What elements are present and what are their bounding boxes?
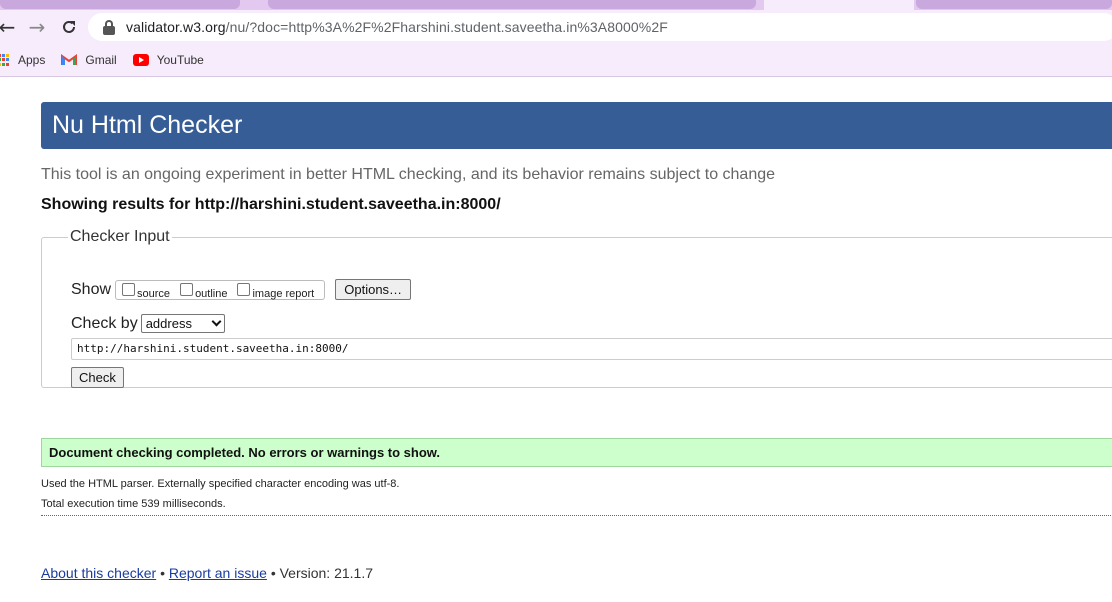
result-details: Used the HTML parser. Externally specifi… <box>41 474 399 514</box>
checker-input-legend: Checker Input <box>70 228 170 245</box>
bookmark-label: YouTube <box>156 53 204 67</box>
check-by-label: Check by <box>71 314 138 332</box>
execution-time: Total execution time 539 milliseconds. <box>41 498 226 510</box>
bookmark-label: Gmail <box>85 53 117 67</box>
option-label: image report <box>252 287 315 300</box>
reload-icon[interactable] <box>56 14 82 40</box>
checker-input-fieldset: Checker Input Show source outline image … <box>41 228 1112 388</box>
bookmark-label: Apps <box>18 53 46 67</box>
option-outline[interactable]: outline <box>176 282 228 300</box>
results-heading: Showing results for http://harshini.stud… <box>41 196 501 213</box>
options-button[interactable]: Options… <box>335 279 412 300</box>
lock-icon[interactable] <box>102 19 116 35</box>
option-image-report[interactable]: image report <box>233 282 315 300</box>
parser-note: Used the HTML parser. Externally specifi… <box>41 478 400 490</box>
bookmark-youtube[interactable]: YouTube <box>132 53 204 67</box>
gmail-icon <box>61 54 78 66</box>
check-by-value: address <box>145 316 192 331</box>
check-button[interactable]: Check <box>71 367 124 388</box>
success-message: Document checking completed. No errors o… <box>41 438 1112 467</box>
chevron-down-icon <box>211 316 222 327</box>
youtube-icon <box>132 54 149 66</box>
source-checkbox[interactable] <box>122 282 136 296</box>
back-arrow-icon[interactable]: ← <box>0 14 20 40</box>
bookmarks-bar: Apps Gmail YouTube <box>0 44 1112 77</box>
tagline: This tool is an ongoing experiment in be… <box>41 166 776 183</box>
bookmark-gmail[interactable]: Gmail <box>61 53 117 67</box>
outline-checkbox[interactable] <box>180 282 194 296</box>
tab-strip <box>0 0 1112 10</box>
browser-tab[interactable] <box>916 0 1112 9</box>
browser-tab[interactable] <box>0 0 240 9</box>
url-host: validator.w3.org <box>126 19 226 35</box>
header-banner: Nu Html Checker <box>41 102 1112 149</box>
address-bar[interactable]: validator.w3.org/nu/?doc=http%3A%2F%2Fha… <box>88 13 1112 41</box>
url-path: /nu/?doc=http%3A%2F%2Fharshini.student.s… <box>225 19 668 35</box>
forward-arrow-icon[interactable]: → <box>24 14 50 40</box>
dotted-divider <box>41 515 1112 516</box>
bookmark-apps[interactable]: Apps <box>0 53 45 67</box>
option-label: source <box>137 287 171 300</box>
footer: About this checker • Report an issue • V… <box>41 565 373 581</box>
page-title: Nu Html Checker <box>52 111 243 139</box>
check-by-select[interactable]: address <box>140 314 225 333</box>
url-text: validator.w3.org/nu/?doc=http%3A%2F%2Fha… <box>126 19 668 35</box>
browser-tab[interactable] <box>268 0 756 9</box>
show-label: Show <box>71 280 112 298</box>
show-row: Show source outline image report Options… <box>71 279 412 300</box>
footer-separator: • <box>160 565 165 581</box>
browser-toolbar: ← → validator.w3.org/nu/?doc=http%3A%2F%… <box>0 10 1112 44</box>
document-url-input[interactable]: http://harshini.student.saveetha.in:8000… <box>71 338 1112 360</box>
check-by-row: Check by address <box>71 314 225 333</box>
option-source[interactable]: source <box>118 282 171 300</box>
version-text: • Version: 21.1.7 <box>270 565 374 581</box>
browser-tab-active[interactable] <box>764 0 914 10</box>
image-report-checkbox[interactable] <box>237 282 251 296</box>
page-content: Nu Html Checker This tool is an ongoing … <box>0 78 1112 602</box>
about-checker-link[interactable]: About this checker <box>41 565 156 581</box>
show-options-box: source outline image report <box>115 279 326 300</box>
option-label: outline <box>195 287 228 300</box>
apps-grid-icon <box>0 54 10 66</box>
report-issue-link[interactable]: Report an issue <box>169 565 267 581</box>
